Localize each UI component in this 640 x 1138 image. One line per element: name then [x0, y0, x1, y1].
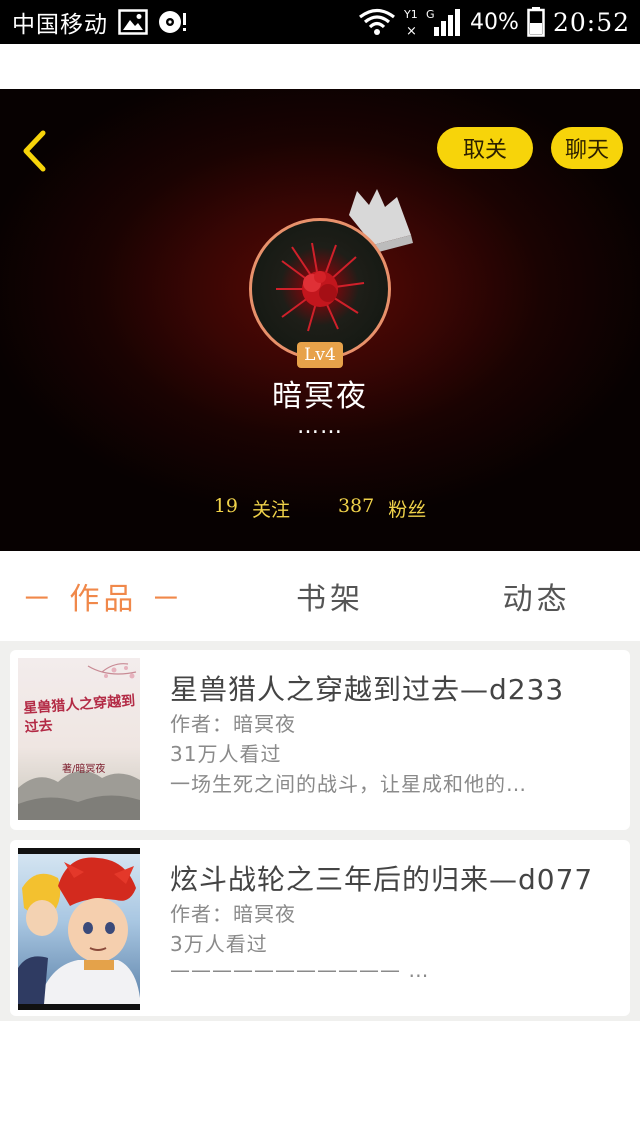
list-item[interactable]: 星兽猎人之穿越到过去 著/暗冥夜 星兽猎人之穿越到过去—d233 作者：暗冥夜 …	[10, 650, 630, 830]
cover-author: 著/暗冥夜	[62, 764, 106, 775]
work-author: 作者：暗冥夜	[170, 712, 296, 736]
chevron-left-icon	[23, 130, 46, 172]
svg-text:×: ×	[406, 24, 417, 37]
work-title: 星兽猎人之穿越到过去—d233	[170, 673, 565, 706]
cover-title: 星兽猎人之穿越到过去	[22, 693, 136, 736]
cartoon-characters-icon	[18, 848, 140, 1010]
followers-count: 387	[337, 495, 375, 517]
work-author: 作者：暗冥夜	[170, 902, 296, 926]
battery-percent: 40%	[470, 9, 519, 35]
followers-stat[interactable]: 387 粉丝	[338, 495, 426, 522]
tab-works[interactable]: － 作品 －	[0, 574, 227, 618]
list-item[interactable]: 炫斗战轮之三年后的归来—d077 作者：暗冥夜 3万人看过 ——————————…	[10, 840, 630, 1016]
book-cover: 星兽猎人之穿越到过去 著/暗冥夜	[18, 658, 140, 820]
stats-row: 19 关注 387 粉丝	[0, 495, 640, 522]
tab-activity[interactable]: 动态	[433, 574, 640, 618]
tab-bookshelf[interactable]: 书架	[227, 574, 434, 618]
following-count: 19	[213, 495, 238, 517]
followers-label: 粉丝	[388, 499, 427, 521]
level-badge: Lv4	[297, 342, 343, 368]
work-views: 31万人看过	[170, 742, 282, 766]
work-description: ——————————— …	[170, 958, 430, 982]
username: 暗冥夜	[272, 379, 368, 414]
top-strip	[0, 44, 640, 89]
profile-header: 取关 聊天 Lv4 暗冥夜 …… 19 关注 387 粉丝	[0, 89, 640, 551]
chat-button[interactable]: 聊天	[551, 127, 623, 169]
following-label: 关注	[251, 499, 290, 521]
work-title: 炫斗战轮之三年后的归来—d077	[170, 863, 594, 896]
unfollow-button[interactable]: 取关	[437, 127, 533, 169]
clock: 20:52	[552, 7, 630, 37]
avatar-wrap	[249, 218, 391, 360]
following-stat[interactable]: 19 关注	[214, 495, 290, 522]
carrier-label: 中国移动	[12, 12, 108, 38]
works-list: 星兽猎人之穿越到过去 著/暗冥夜 星兽猎人之穿越到过去—d233 作者：暗冥夜 …	[0, 641, 640, 1021]
battery-icon	[527, 7, 545, 37]
sync-alert-icon	[158, 9, 188, 35]
work-views: 3万人看过	[170, 932, 268, 956]
book-cover	[18, 848, 140, 1010]
avatar[interactable]	[249, 218, 391, 360]
work-description: 一场生死之间的战斗，让星成和他的…	[170, 772, 527, 796]
signal-icon: Y1 × G	[404, 7, 462, 37]
network-label: G	[426, 8, 435, 21]
back-button[interactable]	[14, 127, 54, 175]
landscape-icon	[18, 663, 140, 820]
flower-icon	[276, 242, 365, 332]
bottom-area	[0, 1021, 640, 1138]
signal-label: Y1	[404, 8, 418, 21]
wifi-icon	[358, 8, 396, 36]
gallery-icon	[118, 9, 148, 35]
status-bar: 中国移动 Y1 × G 40% 20:52	[0, 0, 640, 44]
bio: ……	[297, 414, 343, 439]
tab-bar: － 作品 － 书架 动态	[0, 551, 640, 641]
